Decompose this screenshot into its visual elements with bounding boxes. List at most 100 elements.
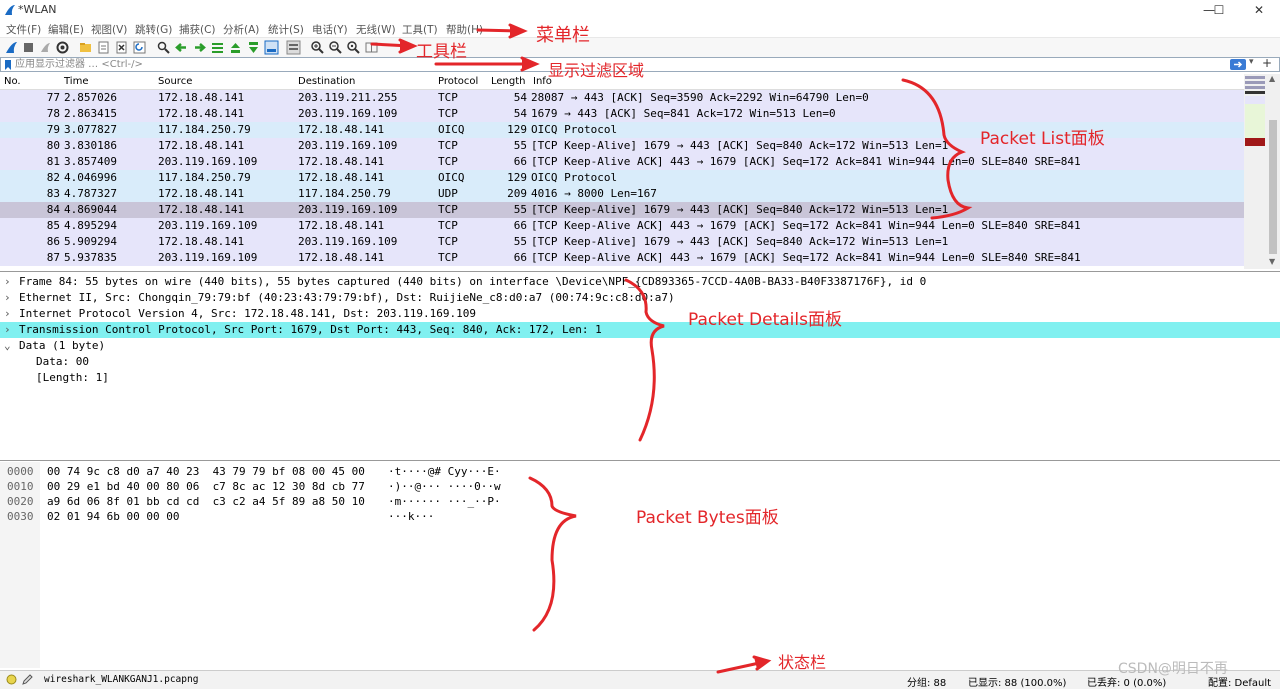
zoom-out-icon[interactable] [328, 40, 343, 55]
ascii-bytes[interactable]: ·m······ ···_··P· [388, 494, 501, 509]
go-back-icon[interactable] [174, 40, 189, 55]
column-length[interactable]: Length [491, 76, 526, 87]
menu-tools[interactable]: 工具(T) [402, 22, 438, 37]
packet-info: [TCP Keep-Alive ACK] 443 → 1679 [ACK] Se… [531, 155, 1081, 168]
last-packet-icon[interactable] [246, 40, 261, 55]
add-filter-button-icon[interactable]: + [1262, 56, 1272, 70]
detail-field[interactable]: Data: 00 [0, 354, 1280, 370]
autoscroll-icon[interactable] [264, 40, 279, 55]
packet-length: 66 [513, 155, 527, 168]
menu-telephony[interactable]: 电话(Y) [312, 22, 348, 37]
bookmark-icon[interactable] [4, 60, 12, 70]
expert-info-icon[interactable] [6, 674, 17, 685]
find-packet-icon[interactable] [156, 40, 171, 55]
packet-time: 3.077827 [64, 123, 117, 136]
packet-info: [TCP Keep-Alive] 1679 → 443 [ACK] Seq=84… [531, 139, 949, 152]
ascii-bytes[interactable]: ···k··· [388, 509, 434, 524]
first-packet-icon[interactable] [228, 40, 243, 55]
close-button[interactable]: ✕ [1244, 2, 1274, 18]
column-source[interactable]: Source [158, 76, 192, 87]
menu-view[interactable]: 视图(V) [91, 22, 127, 37]
packet-protocol: TCP [438, 139, 458, 152]
chevron-right-icon[interactable]: › [4, 290, 11, 306]
open-file-icon[interactable] [78, 40, 93, 55]
capture-options-icon[interactable] [55, 40, 70, 55]
chevron-right-icon[interactable]: › [4, 322, 11, 338]
packet-list-scrollbar[interactable]: ▲ ▼ [1266, 74, 1280, 269]
packet-info: 4016 → 8000 Len=167 [531, 187, 657, 200]
column-time[interactable]: Time [64, 76, 88, 87]
packet-row[interactable]: 83 4.787327 172.18.48.141 117.184.250.79 UDP… [0, 186, 1244, 202]
packet-row[interactable]: 85 4.895294 203.119.169.109 172.18.48.141 TC… [0, 218, 1244, 234]
menu-capture[interactable]: 捕获(C) [179, 22, 216, 37]
packet-length: 66 [513, 251, 527, 264]
detail-field[interactable]: [Length: 1] [0, 370, 1280, 386]
menu-edit[interactable]: 编辑(E) [48, 22, 84, 37]
packet-info: 1679 → 443 [ACK] Seq=841 Ack=172 Win=513… [531, 107, 836, 120]
normal-size-icon[interactable] [346, 40, 361, 55]
ascii-bytes[interactable]: ·t····@# Cyy···E· [388, 464, 501, 479]
menu-file[interactable]: 文件(F) [6, 22, 41, 37]
detail-tree-node[interactable]: › Internet Protocol Version 4, Src: 172.1… [0, 306, 1280, 322]
start-capture-icon[interactable] [4, 40, 19, 55]
scroll-up-icon[interactable]: ▲ [1269, 74, 1275, 83]
detail-tree-node[interactable]: › Ethernet II, Src: Chongqin_79:79:bf (40… [0, 290, 1280, 306]
packet-row[interactable]: 87 5.937835 203.119.169.109 172.18.48.141 TC… [0, 250, 1244, 266]
hex-bytes[interactable]: a9 6d 06 8f 01 bb cd cd c3 c2 a4 5f 89 a… [47, 494, 365, 509]
packet-time: 4.869044 [64, 203, 117, 216]
column-protocol[interactable]: Protocol [438, 76, 478, 87]
packet-row[interactable]: 84 4.869044 172.18.48.141 203.119.169.109 TC… [0, 202, 1244, 218]
menu-analyze[interactable]: 分析(A) [223, 22, 259, 37]
hex-bytes[interactable]: 02 01 94 6b 00 00 00 [47, 509, 179, 524]
detail-tree-node[interactable]: › Transmission Control Protocol, Src Port… [0, 322, 1280, 338]
close-file-icon[interactable] [114, 40, 129, 55]
packet-row[interactable]: 78 2.863415 172.18.48.141 203.119.169.109 TC… [0, 106, 1244, 122]
menu-help[interactable]: 帮助(H) [446, 22, 483, 37]
go-forward-icon[interactable] [192, 40, 207, 55]
hex-bytes[interactable]: 00 74 9c c8 d0 a7 40 23 43 79 79 bf 08 0… [47, 464, 365, 479]
column-destination[interactable]: Destination [298, 76, 355, 87]
chevron-right-icon[interactable]: › [4, 306, 11, 322]
resize-columns-icon[interactable] [364, 40, 379, 55]
packet-protocol: TCP [438, 251, 458, 264]
packet-row[interactable]: 86 5.909294 172.18.48.141 203.119.169.109 TC… [0, 234, 1244, 250]
packet-row[interactable]: 81 3.857409 203.119.169.109 172.18.48.141 TC… [0, 154, 1244, 170]
chevron-down-icon[interactable]: ⌄ [4, 338, 11, 354]
save-file-icon[interactable] [96, 40, 111, 55]
maximize-button[interactable]: ☐ [1204, 2, 1234, 18]
packet-length: 55 [513, 139, 527, 152]
window-title: *WLAN [18, 3, 57, 16]
packet-minimap[interactable] [1244, 74, 1266, 269]
stop-capture-icon[interactable] [21, 40, 36, 55]
ascii-bytes[interactable]: ·)··@··· ····0··w [388, 479, 501, 494]
apply-filter-icon[interactable] [1230, 59, 1246, 70]
scroll-thumb[interactable] [1269, 120, 1277, 254]
colorize-icon[interactable] [286, 40, 301, 55]
packet-destination: 203.119.169.109 [298, 107, 398, 120]
packet-source: 172.18.48.141 [158, 203, 245, 216]
packet-no: 85 [46, 219, 60, 232]
reload-file-icon[interactable] [132, 40, 147, 55]
menu-wireless[interactable]: 无线(W) [356, 22, 396, 37]
edit-comment-icon[interactable] [22, 674, 33, 685]
zoom-in-icon[interactable] [310, 40, 325, 55]
packet-protocol: TCP [438, 219, 458, 232]
packet-length: 129 [507, 123, 527, 136]
menu-statistics[interactable]: 统计(S) [268, 22, 304, 37]
filter-dropdown-icon[interactable]: ▾ [1249, 57, 1254, 67]
annotation-filter-label: 显示过滤区域 [548, 61, 645, 80]
detail-tree-node[interactable]: ⌄ Data (1 byte) [0, 338, 1280, 354]
packet-time: 4.787327 [64, 187, 117, 200]
packet-length: 66 [513, 219, 527, 232]
hex-bytes[interactable]: 00 29 e1 bd 40 00 80 06 c7 8c ac 12 30 8… [47, 479, 365, 494]
display-filter-input[interactable]: 应用显示过滤器 … <Ctrl-/> [15, 58, 143, 71]
detail-tree-node[interactable]: › Frame 84: 55 bytes on wire (440 bits), … [0, 274, 1280, 290]
packet-row[interactable]: 77 2.857026 172.18.48.141 203.119.211.255 TC… [0, 90, 1244, 106]
packet-row[interactable]: 82 4.046996 117.184.250.79 172.18.48.141 OIC… [0, 170, 1244, 186]
chevron-right-icon[interactable]: › [4, 274, 11, 290]
go-to-packet-icon[interactable] [210, 40, 225, 55]
scroll-down-icon[interactable]: ▼ [1269, 257, 1275, 266]
restart-capture-icon[interactable] [38, 40, 53, 55]
column-no[interactable]: No. [4, 76, 21, 87]
menu-go[interactable]: 跳转(G) [135, 22, 172, 37]
